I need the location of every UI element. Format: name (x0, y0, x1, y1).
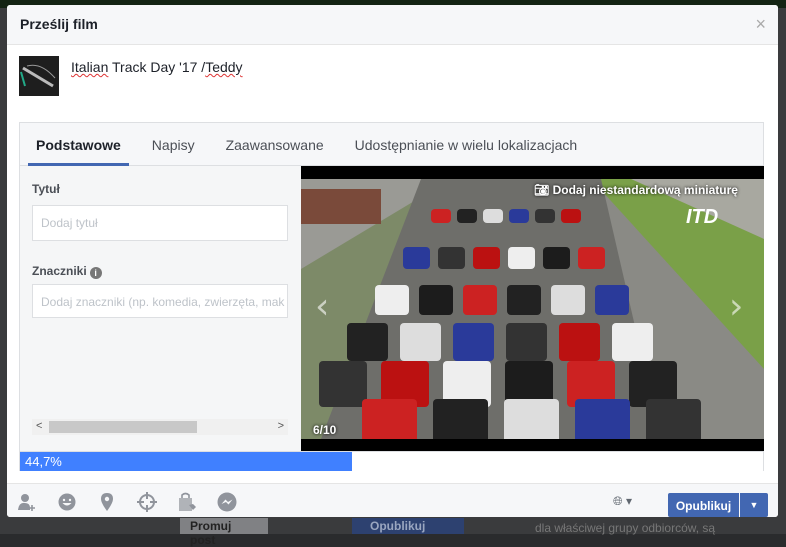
globe-icon: 🌐︎ (613, 494, 623, 508)
tab-captions[interactable]: Napisy (144, 123, 203, 166)
next-thumbnail-arrow-icon[interactable]: › (729, 286, 743, 327)
car-shape (400, 323, 441, 361)
publish-button[interactable]: Opublikuj (668, 493, 739, 517)
add-custom-thumbnail-button[interactable]: 📷︎ Dodaj niestandardową miniaturę (534, 183, 738, 197)
car-shape (543, 247, 570, 269)
chevron-down-icon: ▾ (625, 494, 632, 508)
camera-icon: 📷︎ (534, 183, 550, 197)
thumbnail-counter: 6/10 (313, 423, 337, 437)
car-shape (362, 399, 417, 439)
dialog-footer: 🌐︎ ▾ Opublikuj ▼ (7, 483, 778, 517)
car-shape (504, 399, 559, 439)
scroll-right-icon[interactable]: > (278, 420, 284, 432)
upload-progress-bar: 44,7% (20, 451, 763, 471)
tab-basic[interactable]: Podstawowe (28, 123, 129, 166)
background-publish-button: Opublikuj (352, 518, 464, 534)
car-shape (612, 323, 653, 361)
car-shape (438, 247, 465, 269)
title-label: Tytuł (32, 182, 60, 196)
car-shape (433, 399, 488, 439)
video-settings-panel: Podstawowe Napisy Zaawansowane Udostępni… (19, 122, 764, 471)
close-icon[interactable]: × (755, 14, 766, 35)
location-icon[interactable] (97, 492, 117, 512)
audience-selector[interactable]: 🌐︎ ▾ (613, 494, 632, 509)
tab-bar: Podstawowe Napisy Zaawansowane Udostępni… (20, 123, 763, 166)
car-shape (473, 247, 500, 269)
car-shape (453, 323, 494, 361)
car-shape (646, 399, 701, 439)
car-shape (507, 285, 541, 315)
thumbnail-preview: 📷︎ Dodaj niestandardową miniaturę ITD ‹ … (301, 166, 764, 451)
publish-options-dropdown[interactable]: ▼ (740, 493, 768, 517)
itd-logo: ITD (686, 206, 719, 228)
info-icon[interactable]: i (89, 267, 102, 279)
video-title-part: Track Day '17 / (108, 59, 206, 75)
feeling-icon[interactable] (57, 492, 77, 512)
background-text: dla właściwej grupy odbiorców, są (535, 521, 716, 535)
add-custom-thumbnail-label: Dodaj niestandardową miniaturę (552, 183, 738, 197)
title-input[interactable]: Dodaj tytuł (32, 205, 288, 241)
car-shape (347, 323, 388, 361)
tab-crossposting[interactable]: Udostępnianie w wielu lokalizacjach (347, 123, 586, 166)
video-title-part: Italian (71, 59, 109, 75)
shopping-bag-icon[interactable] (177, 492, 197, 512)
car-shape (375, 285, 409, 315)
car-shape (551, 285, 585, 315)
car-shape (509, 209, 529, 223)
tab-advanced[interactable]: Zaawansowane (218, 123, 332, 166)
previous-thumbnail-arrow-icon[interactable]: ‹ (315, 286, 329, 327)
tag-friends-icon[interactable] (17, 492, 37, 512)
car-shape (595, 285, 629, 315)
car-shape (403, 247, 430, 269)
video-title-part: Teddy (205, 59, 243, 75)
car-shape (431, 209, 451, 223)
car-shape (575, 399, 630, 439)
car-shape (559, 323, 600, 361)
scroll-left-icon[interactable]: < (36, 420, 42, 432)
upload-video-dialog: Prześlij film × Italian Track Day '17 /T… (7, 5, 778, 517)
dialog-header: Prześlij film × (7, 5, 778, 45)
background-promote-button: Promuj post (180, 518, 268, 547)
tags-label-text: Znaczniki (32, 264, 87, 278)
car-shape (483, 209, 503, 223)
car-shape (419, 285, 453, 315)
car-shape (508, 247, 535, 269)
tags-input[interactable]: Dodaj znaczniki (np. komedia, zwierzęta,… (32, 284, 288, 318)
scrollbar-thumb[interactable] (49, 421, 197, 433)
car-shape (319, 361, 367, 407)
video-thumbnail (19, 56, 59, 96)
car-shape (457, 209, 477, 223)
car-shape (535, 209, 555, 223)
car-shape (463, 285, 497, 315)
car-shape (506, 323, 547, 361)
video-title: Italian Track Day '17 /Teddy (71, 59, 243, 75)
tags-label: Znaczniki i (32, 264, 102, 279)
upload-progress-fill: 44,7% (20, 452, 353, 471)
car-shape (561, 209, 581, 223)
messenger-icon[interactable] (217, 492, 237, 512)
basic-form: Tytuł Dodaj tytuł Znaczniki i Dodaj znacz… (20, 166, 301, 451)
dialog-title: Prześlij film (20, 16, 98, 32)
target-icon[interactable] (137, 492, 157, 512)
car-shape (578, 247, 605, 269)
horizontal-scrollbar[interactable]: < > (32, 419, 288, 435)
